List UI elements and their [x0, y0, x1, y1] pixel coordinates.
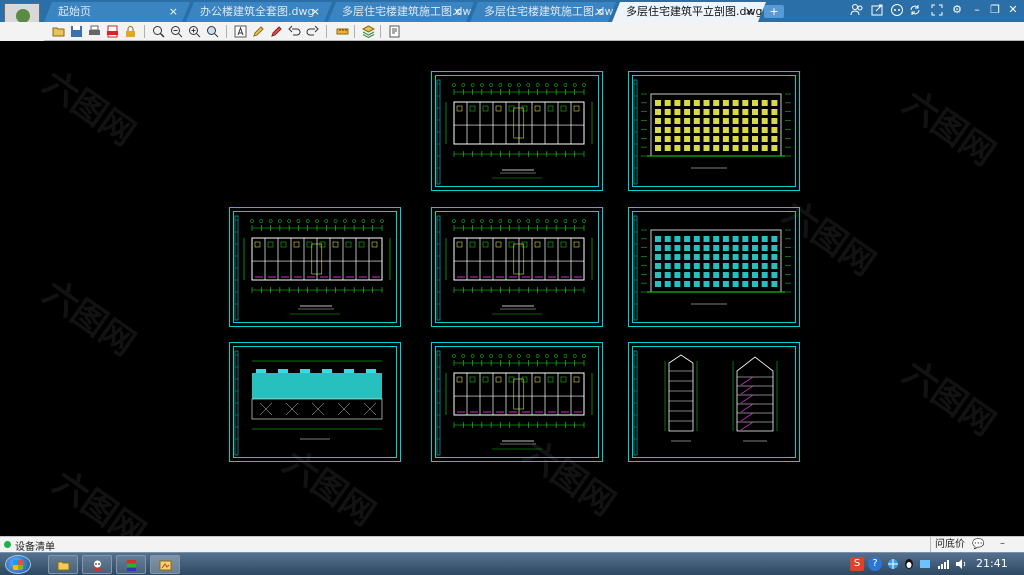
share-icon[interactable]	[870, 3, 884, 17]
avatar-app-icon	[94, 560, 101, 571]
floor-plan-drawing	[436, 215, 593, 321]
tray-app-icon[interactable]	[918, 557, 932, 571]
zoom-in-icon[interactable]	[188, 25, 201, 38]
drawing-sheet-plan-top[interactable]	[431, 71, 603, 191]
section-drawing	[633, 350, 778, 456]
toolbar	[44, 22, 1024, 41]
cad-viewer-app: 起始页 × 办公楼建筑全套图.dwg × 多层住宅楼建筑施工图.dwg × 多层…	[0, 0, 1024, 575]
clock[interactable]: 21:41	[976, 557, 1008, 570]
measure-icon[interactable]	[336, 25, 349, 38]
undo-icon[interactable]	[288, 25, 301, 38]
drawing-sheet-elevation-top[interactable]	[628, 71, 800, 191]
zoom-window-icon[interactable]	[206, 25, 219, 38]
minimize-button[interactable]: –	[970, 3, 984, 17]
watermark: 六图网	[35, 62, 143, 155]
tray-network-icon[interactable]	[886, 557, 900, 571]
status-indicator-icon	[4, 541, 11, 548]
text-icon[interactable]	[234, 25, 247, 38]
drawing-canvas[interactable]: 六图网 六图网 六图网 六图网 六图网 六图网 六图网 六图网	[0, 41, 1024, 554]
floor-plan-drawing	[436, 79, 593, 185]
elevation-drawing	[633, 215, 791, 321]
pencil-icon[interactable]	[252, 25, 265, 38]
lock-icon[interactable]	[124, 25, 137, 38]
drawing-sheet-plan-bottom-center[interactable]	[431, 342, 603, 462]
tab-residential-construction-2[interactable]: 多层住宅楼建筑施工图.dwg ×	[470, 2, 616, 22]
layers-icon[interactable]	[362, 25, 375, 38]
status-minimize-button[interactable]: –	[1000, 538, 1005, 549]
floor-plan-drawing	[234, 215, 391, 321]
fullscreen-icon[interactable]	[930, 3, 944, 17]
elevation-drawing	[633, 79, 791, 185]
tab-label: 多层住宅建筑平立剖图.dwg	[626, 5, 763, 18]
tab-label: 起始页	[58, 5, 91, 18]
close-icon[interactable]: ×	[311, 2, 320, 22]
price-query-button[interactable]: 问底价	[930, 537, 969, 552]
signal-icon[interactable]	[936, 557, 950, 571]
tab-office-building[interactable]: 办公楼建筑全套图.dwg ×	[186, 2, 332, 22]
close-window-button[interactable]: ✕	[1006, 3, 1020, 17]
volume-icon[interactable]	[954, 557, 968, 571]
new-tab-button[interactable]: +	[764, 5, 784, 18]
properties-icon[interactable]	[388, 25, 401, 38]
user-group-icon[interactable]	[850, 3, 864, 17]
status-text[interactable]: 设备清单	[15, 538, 55, 553]
zoom-extents-icon[interactable]	[152, 25, 165, 38]
taskbar-app-explorer[interactable]	[48, 555, 78, 574]
windows-logo-icon	[13, 560, 23, 570]
roof-plan-drawing	[234, 350, 383, 456]
tray-s-icon[interactable]: S	[850, 557, 864, 571]
drawing-sheet-plan-mid-center[interactable]	[431, 207, 603, 327]
close-icon[interactable]: ×	[169, 2, 178, 22]
drawing-sheet-sections[interactable]	[628, 342, 800, 462]
redo-icon[interactable]	[306, 25, 319, 38]
restore-button[interactable]: ❐	[988, 3, 1002, 17]
sync-icon[interactable]	[908, 3, 922, 17]
taskbar: S ? 21:41	[0, 552, 1024, 575]
watermark: 六图网	[895, 82, 1003, 175]
tab-start-page[interactable]: 起始页 ×	[44, 2, 190, 22]
drawing-sheet-roof-plan[interactable]	[229, 342, 401, 462]
folder-icon	[57, 561, 70, 571]
chat-icon[interactable]	[890, 3, 904, 17]
start-button[interactable]	[5, 555, 31, 574]
taskbar-app-stack[interactable]	[116, 555, 146, 574]
drawing-sheet-elevation-mid[interactable]	[628, 207, 800, 327]
taskbar-app-cad-viewer[interactable]	[150, 555, 180, 574]
close-icon[interactable]: ×	[595, 2, 604, 22]
print-icon[interactable]	[88, 25, 101, 38]
tab-bar: 起始页 × 办公楼建筑全套图.dwg × 多层住宅楼建筑施工图.dwg × 多层…	[0, 0, 1024, 22]
zoom-realtime-icon[interactable]	[170, 25, 183, 38]
save-icon[interactable]	[70, 25, 83, 38]
close-icon[interactable]: ×	[453, 2, 462, 22]
gear-icon[interactable]: ⚙	[950, 3, 964, 17]
cloud-markup-icon[interactable]	[270, 25, 283, 38]
help-icon[interactable]: ?	[868, 557, 882, 571]
pdf-icon[interactable]	[106, 25, 119, 38]
close-icon[interactable]: ×	[745, 2, 754, 22]
open-icon[interactable]	[52, 25, 65, 38]
qq-icon[interactable]	[902, 557, 916, 571]
cad-viewer-icon	[159, 560, 172, 571]
tab-label: 办公楼建筑全套图.dwg	[200, 5, 315, 18]
tab-residential-construction-1[interactable]: 多层住宅楼建筑施工图.dwg ×	[328, 2, 474, 22]
taskbar-app-avatar[interactable]	[82, 555, 112, 574]
watermark: 六图网	[895, 352, 1003, 445]
chat-bubble-icon[interactable]: 💬	[972, 539, 984, 550]
tab-residential-plan-elevation-section[interactable]: 多层住宅建筑平立剖图.dwg ×	[612, 2, 766, 22]
watermark: 六图网	[35, 272, 143, 365]
status-bar: 设备清单 问底价 💬 –	[0, 536, 1024, 553]
drawing-sheet-plan-mid-left[interactable]	[229, 207, 401, 327]
stack-app-icon	[127, 560, 136, 571]
floor-plan-drawing	[436, 350, 593, 456]
